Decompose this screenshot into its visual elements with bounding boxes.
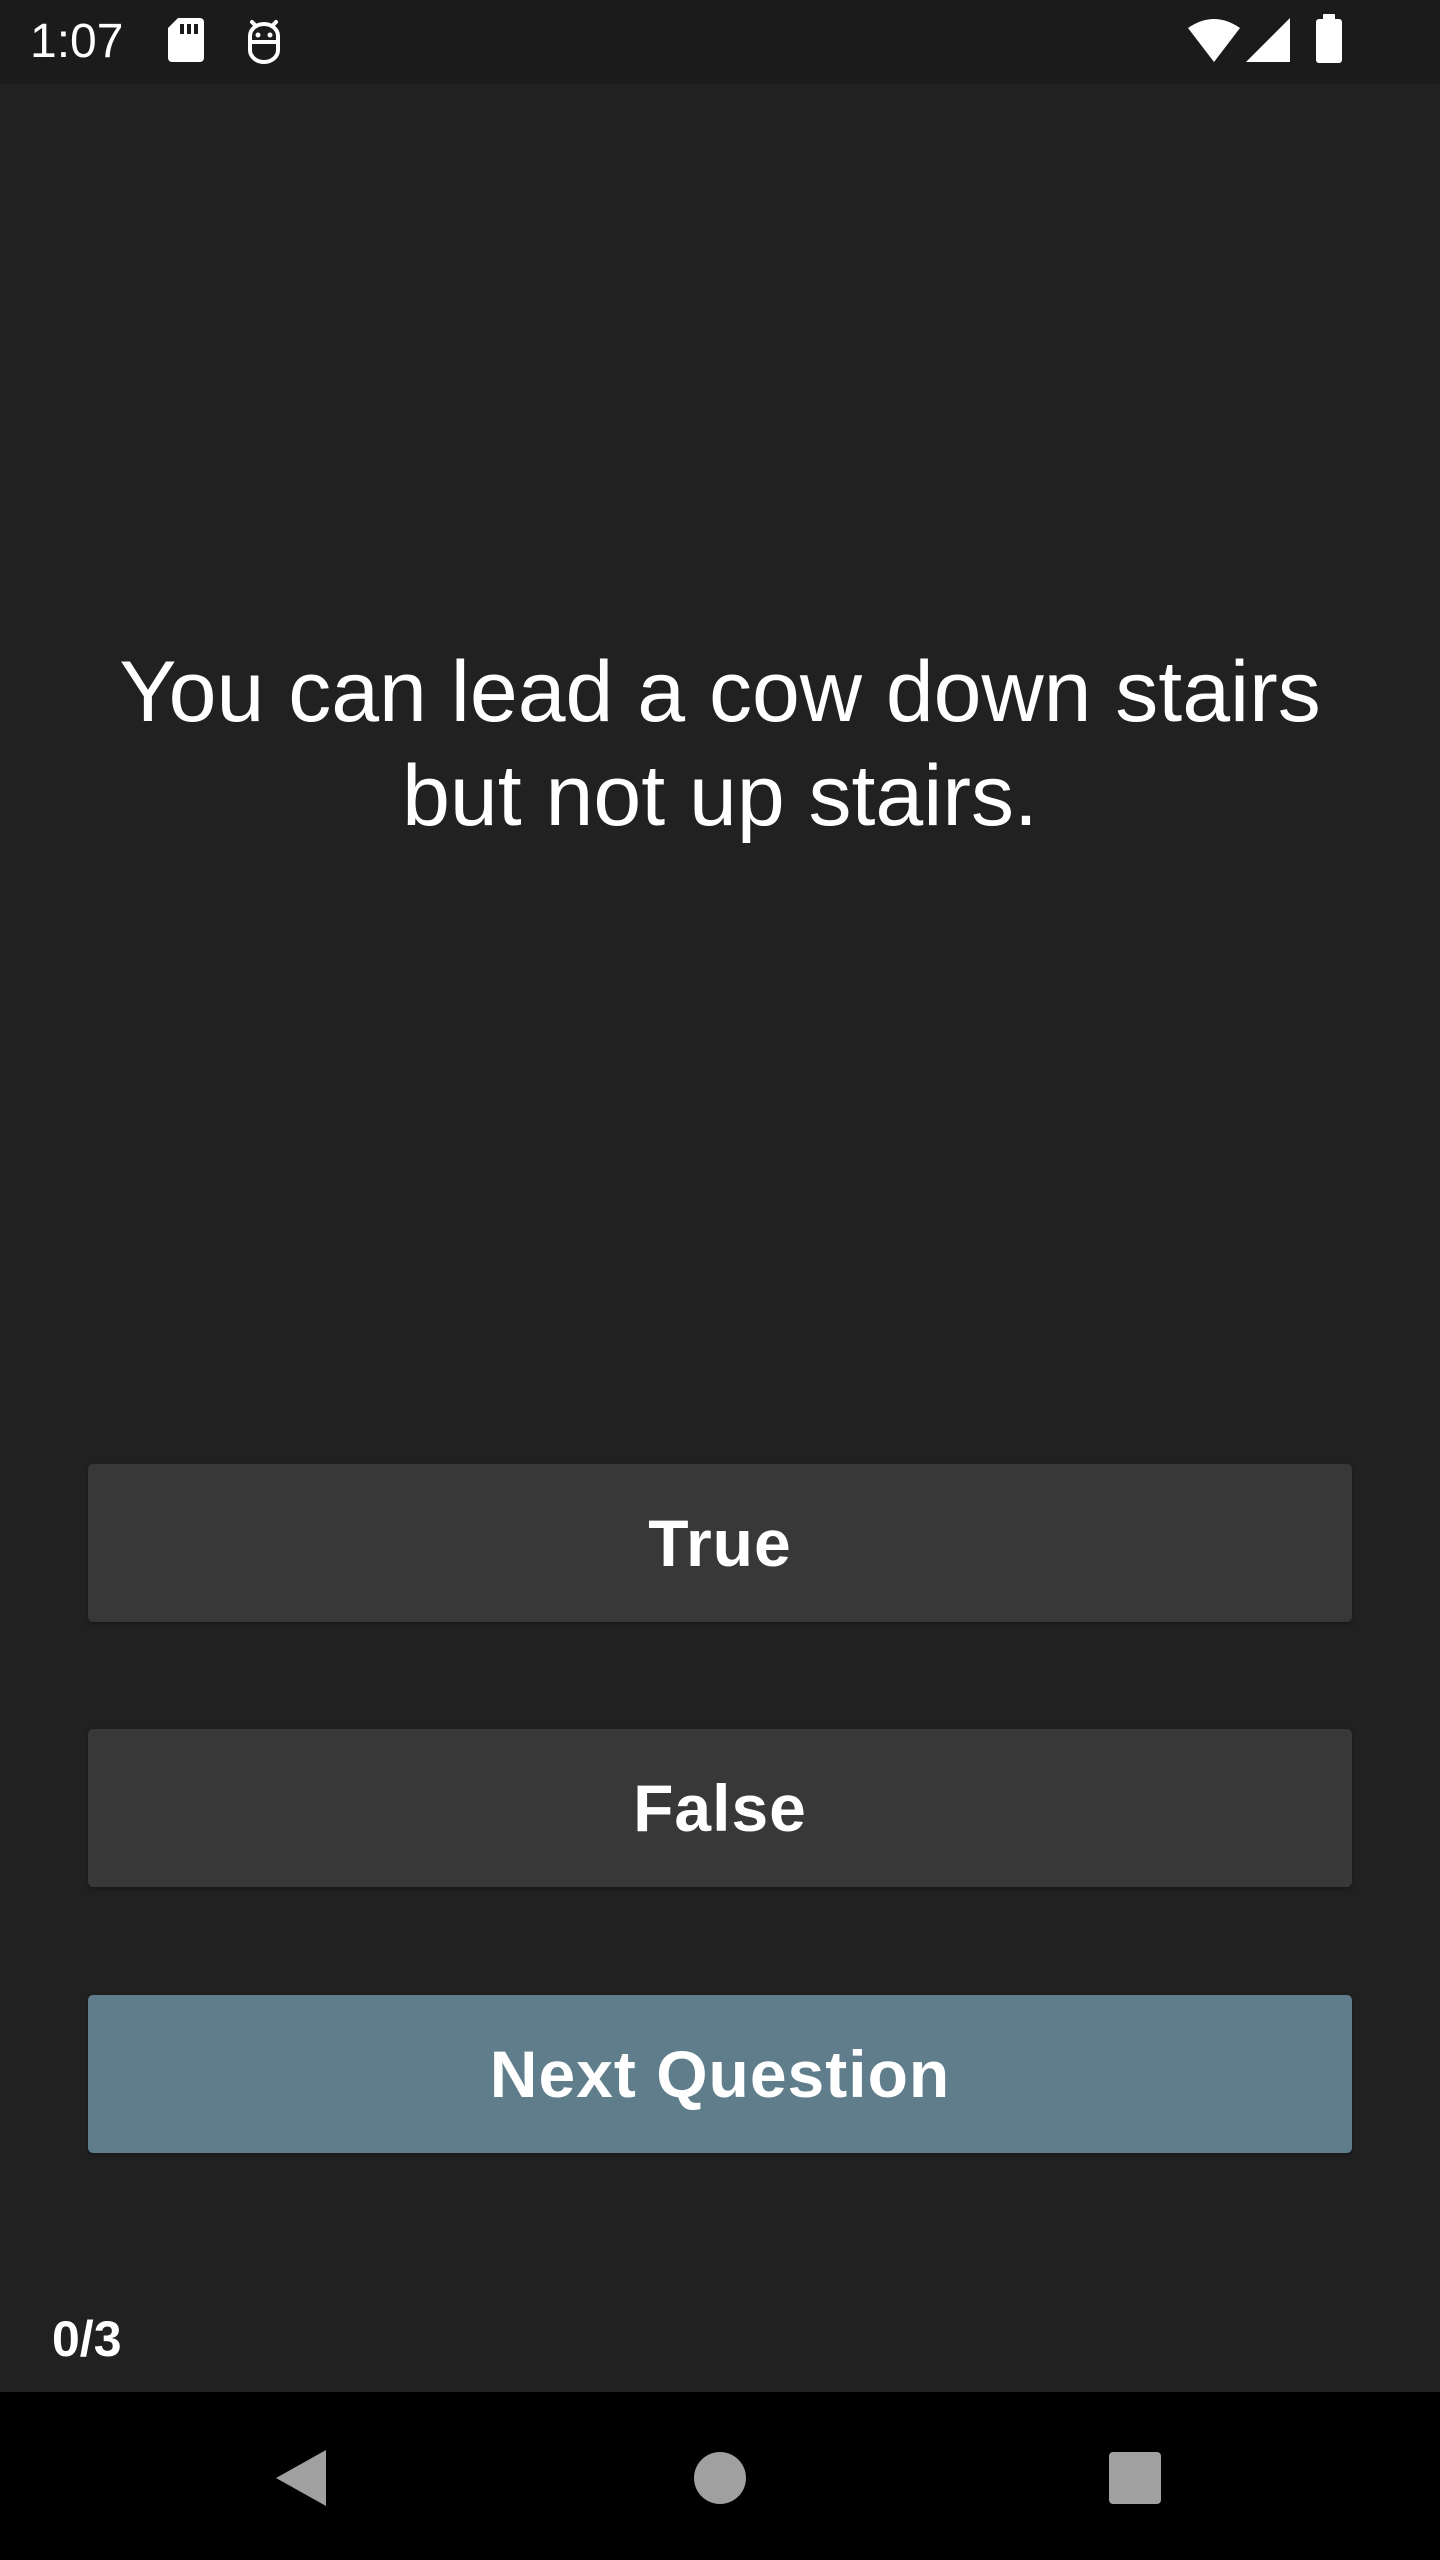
recents-icon[interactable] (1085, 2428, 1185, 2528)
question-text: You can lead a cow down stairs but not u… (119, 644, 1321, 844)
true-button[interactable]: True (88, 1464, 1352, 1622)
navigation-bar (0, 2392, 1440, 2560)
wifi-icon (1186, 18, 1242, 67)
debug-icon (244, 16, 284, 71)
home-icon[interactable] (670, 2428, 770, 2528)
status-time: 1:07 (30, 15, 124, 68)
score-counter: 0/3 (52, 2311, 122, 2367)
next-question-label: Next Question (489, 2037, 951, 2111)
back-icon[interactable] (250, 2428, 350, 2528)
false-button-label: False (633, 1771, 807, 1845)
true-button-label: True (648, 1506, 792, 1580)
next-question-button[interactable]: Next Question (88, 1995, 1352, 2153)
sd-card-icon (166, 16, 206, 69)
false-button[interactable]: False (88, 1729, 1352, 1887)
quiz-screen: 1:07 You can lead a cow down stairs but … (0, 0, 1440, 2560)
status-bar: 1:07 (0, 0, 1440, 84)
battery-icon (1314, 14, 1344, 69)
signal-icon (1246, 18, 1290, 67)
